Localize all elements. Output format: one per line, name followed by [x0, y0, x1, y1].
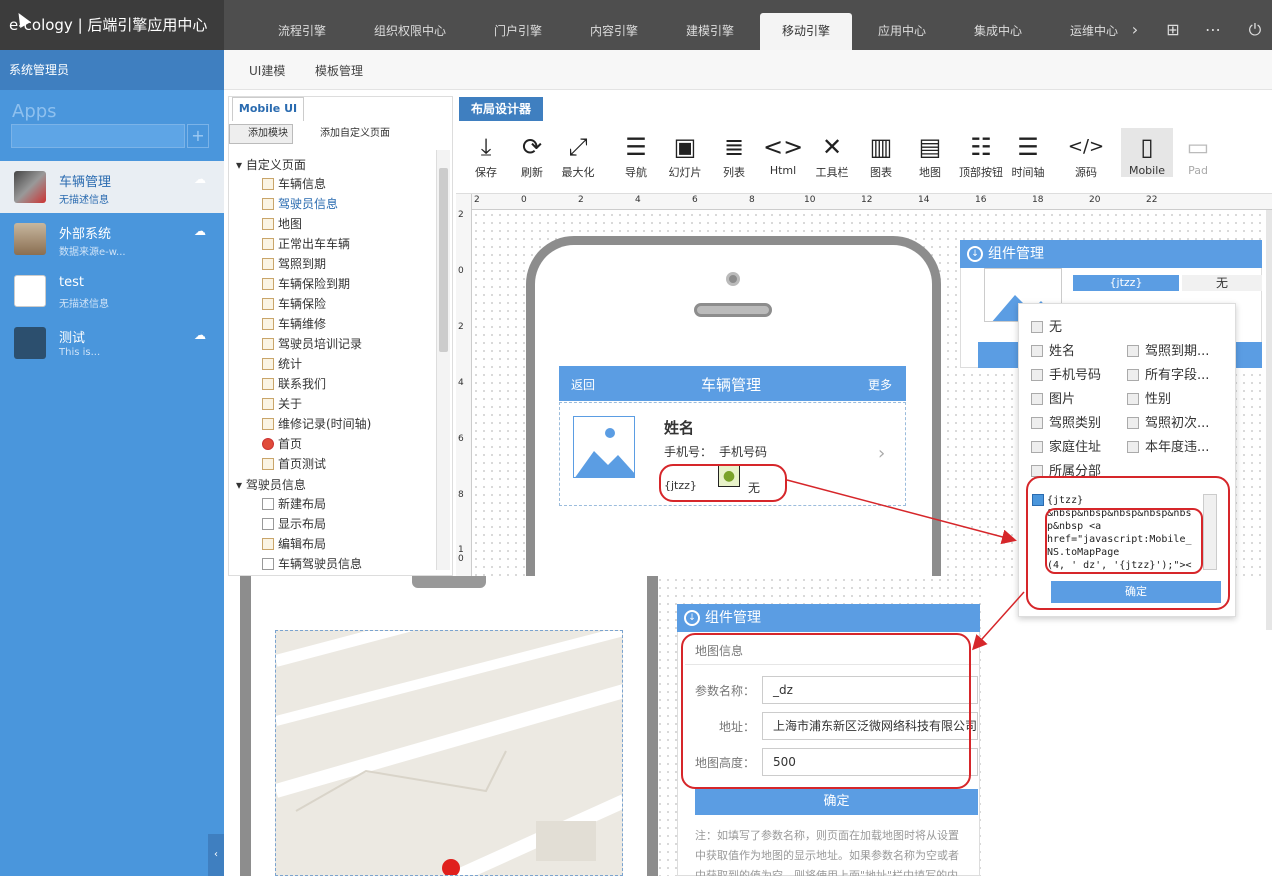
annotation-arrows: [786, 479, 1025, 651]
